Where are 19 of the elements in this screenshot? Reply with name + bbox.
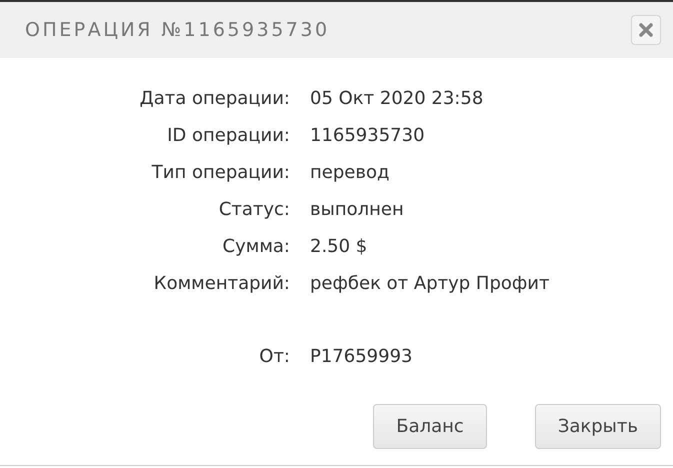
field-label: Сумма: bbox=[222, 235, 291, 259]
field-value: 1165935730 bbox=[310, 124, 425, 148]
field-value: выполнен bbox=[310, 198, 404, 222]
field-label: Тип операции: bbox=[150, 161, 291, 185]
close-dialog-button[interactable]: Закрыть bbox=[534, 404, 661, 449]
dialog-title: ОПЕРАЦИЯ №1165935730 bbox=[25, 18, 330, 43]
field-label: ID операции: bbox=[166, 124, 291, 148]
close-button[interactable] bbox=[631, 15, 661, 45]
field-label: От: bbox=[258, 345, 291, 369]
close-icon bbox=[639, 23, 653, 37]
field-value: P17659993 bbox=[310, 345, 412, 369]
field-label: Дата операции: bbox=[138, 87, 291, 111]
field-value: 05 Окт 2020 23:58 bbox=[310, 87, 484, 111]
field-label: Статус: bbox=[218, 198, 291, 222]
field-value: 2.50 $ bbox=[310, 235, 368, 259]
field-value: рефбек от Артур Профит bbox=[310, 272, 550, 296]
balance-button[interactable]: Баланс bbox=[373, 404, 487, 449]
field-label: Комментарий: bbox=[152, 272, 291, 296]
field-value: перевод bbox=[310, 161, 390, 185]
